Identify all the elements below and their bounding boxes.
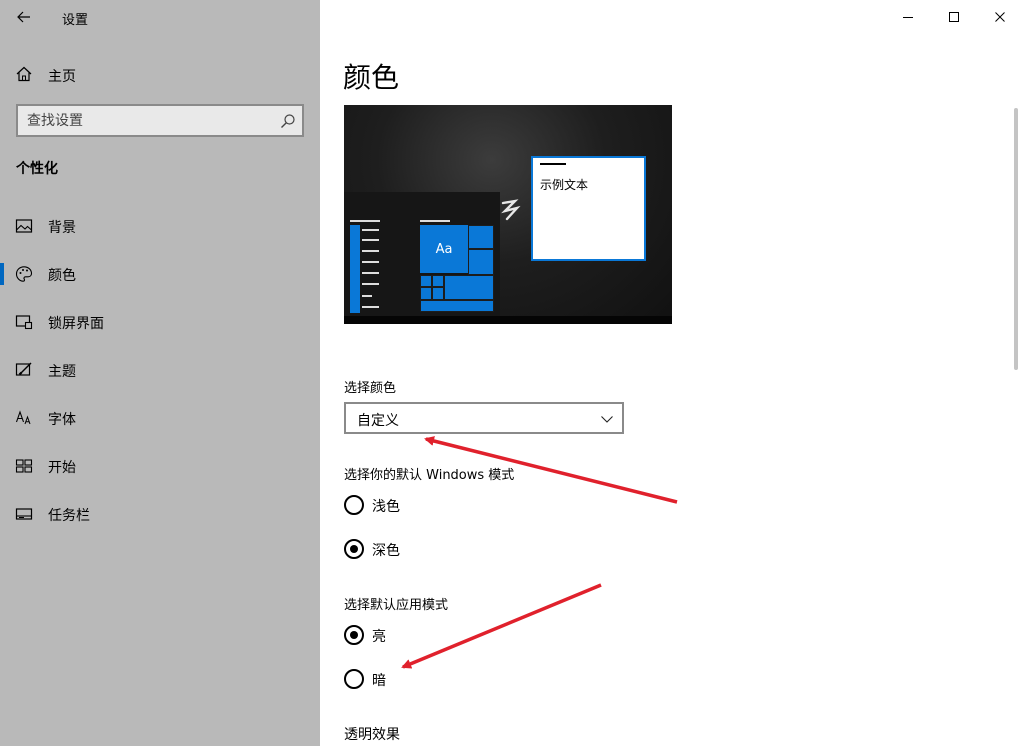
- sidebar-item-label: 背景: [48, 220, 76, 236]
- radio-label: 浅色: [372, 499, 400, 515]
- page-title: 颜色: [343, 61, 400, 94]
- taskbar-icon: [15, 508, 33, 520]
- back-button[interactable]: [10, 4, 38, 30]
- preview-sample-titlebar: [540, 163, 566, 165]
- chevron-down-icon: [601, 416, 613, 423]
- sidebar-item-label: 颜色: [48, 268, 76, 284]
- transparency-label: 透明效果: [344, 727, 400, 743]
- preview-start-rail: [350, 225, 360, 313]
- app-mode-light-radio[interactable]: 亮: [344, 624, 544, 648]
- windows-mode-dark-radio[interactable]: 深色: [344, 538, 544, 562]
- preview-sample-text: 示例文本: [540, 178, 589, 192]
- image-icon: [15, 219, 33, 233]
- palette-icon: [15, 266, 33, 282]
- sidebar-item-label: 开始: [48, 460, 76, 476]
- preview-tile-aa: Aa: [420, 225, 468, 273]
- sidebar-item-home[interactable]: 主页: [0, 58, 320, 90]
- font-icon: [15, 410, 31, 425]
- sidebar-item-themes[interactable]: 主题: [0, 348, 320, 392]
- app-title: 设置: [62, 13, 89, 28]
- section-title: 个性化: [16, 161, 58, 177]
- sidebar-item-home-label: 主页: [48, 69, 76, 85]
- search-box[interactable]: [16, 104, 304, 137]
- sidebar-item-taskbar[interactable]: 任务栏: [0, 492, 320, 536]
- sidebar-item-colors[interactable]: 颜色: [0, 252, 320, 296]
- preview-tile: [432, 287, 444, 300]
- active-indicator: [0, 263, 4, 285]
- minimize-icon: [903, 17, 913, 18]
- sidebar-item-background[interactable]: 背景: [0, 204, 320, 248]
- app-mode-dark-radio[interactable]: 暗: [344, 668, 544, 692]
- preview-line: [362, 250, 379, 252]
- preview-signature-logo-icon: [501, 199, 521, 221]
- maximize-icon: [949, 12, 959, 22]
- radio-circle[interactable]: [344, 625, 364, 645]
- preview-line: [362, 272, 379, 274]
- radio-dot: [350, 631, 358, 639]
- sidebar-item-label: 主题: [48, 364, 76, 380]
- search-input[interactable]: [18, 106, 302, 135]
- radio-label: 深色: [372, 543, 400, 559]
- sidebar-item-label: 字体: [48, 412, 76, 428]
- preview-line: [362, 295, 372, 297]
- preview-line: [362, 261, 379, 263]
- sidebar-item-label: 锁屏界面: [48, 316, 104, 332]
- back-arrow-icon: [17, 11, 30, 23]
- preview-tile: [468, 225, 494, 249]
- sidebar-item-label: 任务栏: [48, 508, 90, 524]
- preview-sample-window: 示例文本: [531, 156, 646, 261]
- preview-tile: [468, 249, 494, 275]
- radio-label: 暗: [372, 673, 386, 689]
- home-icon: [16, 66, 32, 82]
- radio-dot: [350, 545, 358, 553]
- choose-color-selected: 自定义: [357, 413, 399, 429]
- preview-tile: [432, 275, 444, 287]
- preview-line: [350, 220, 380, 222]
- titlebar-left: 设置: [0, 0, 320, 34]
- preview-line: [420, 220, 450, 222]
- start-grid-icon: [15, 459, 33, 473]
- search-icon[interactable]: [280, 113, 296, 129]
- preview-tile: [420, 300, 494, 312]
- preview-tile: [420, 275, 432, 287]
- maximize-button[interactable]: [931, 0, 977, 34]
- close-icon: [995, 12, 1005, 22]
- scrollbar-thumb[interactable]: [1014, 108, 1018, 370]
- preview-line: [362, 283, 379, 285]
- preview-line: [362, 239, 379, 241]
- windows-mode-light-radio[interactable]: 浅色: [344, 494, 544, 518]
- color-preview: Aa 示例文本: [344, 105, 672, 324]
- sidebar-item-fonts[interactable]: 字体: [0, 396, 320, 440]
- radio-circle[interactable]: [344, 495, 364, 515]
- sidebar: 设置 主页 个性化 背景 颜色: [0, 0, 320, 746]
- choose-color-label: 选择颜色: [344, 381, 397, 396]
- choose-color-dropdown[interactable]: 自定义: [344, 402, 624, 434]
- sidebar-item-lock-screen[interactable]: 锁屏界面: [0, 300, 320, 344]
- app-mode-label: 选择默认应用模式: [344, 598, 449, 613]
- preview-line: [362, 229, 379, 231]
- windows-mode-label: 选择你的默认 Windows 模式: [344, 468, 515, 483]
- radio-label: 亮: [372, 629, 386, 645]
- radio-circle[interactable]: [344, 669, 364, 689]
- theme-brush-icon: [15, 362, 32, 376]
- lock-screen-icon: [15, 315, 33, 330]
- minimize-button[interactable]: [885, 0, 931, 34]
- preview-taskbar: [344, 316, 672, 324]
- radio-circle[interactable]: [344, 539, 364, 559]
- preview-tile: [444, 275, 494, 300]
- preview-tile: [420, 287, 432, 300]
- sidebar-item-start[interactable]: 开始: [0, 444, 320, 488]
- close-button[interactable]: [977, 0, 1023, 34]
- preview-line: [362, 306, 379, 308]
